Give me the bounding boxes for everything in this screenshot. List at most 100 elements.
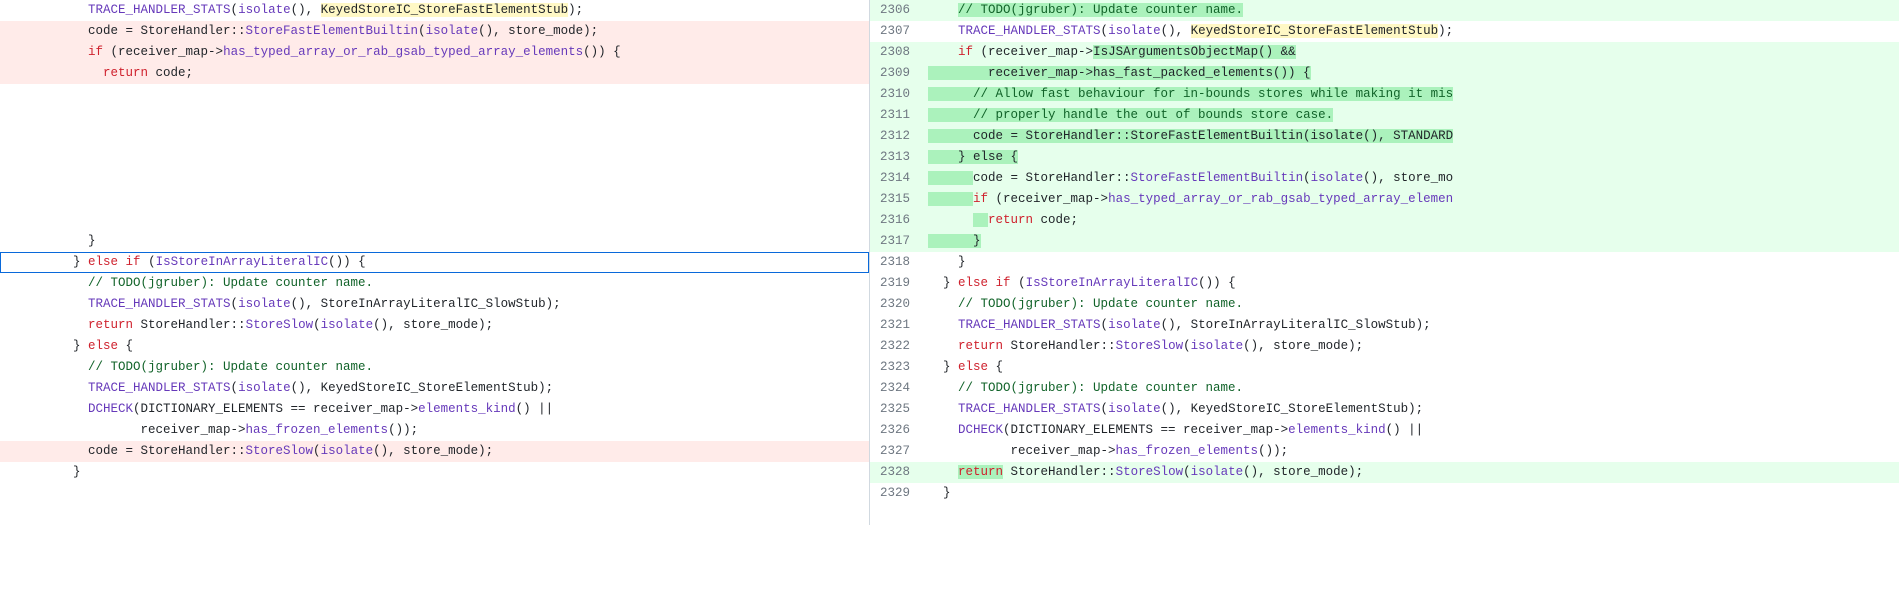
line-number[interactable]: 2306 — [870, 0, 920, 21]
line-number[interactable]: 2328 — [870, 462, 920, 483]
line-number[interactable] — [0, 294, 50, 315]
line-number[interactable]: 2322 — [870, 336, 920, 357]
line-number[interactable]: 2323 — [870, 357, 920, 378]
line-number[interactable]: 2319 — [870, 273, 920, 294]
code-content[interactable]: // TODO(jgruber): Update counter name. — [920, 0, 1899, 21]
code-content[interactable]: code = StoreHandler::StoreFastElementBui… — [920, 168, 1899, 189]
code-content[interactable]: } — [920, 231, 1899, 252]
code-row[interactable]: 2327 receiver_map->has_frozen_elements()… — [870, 441, 1899, 462]
line-number[interactable]: 2314 — [870, 168, 920, 189]
line-number[interactable] — [0, 84, 50, 105]
code-row[interactable] — [0, 189, 869, 210]
code-row[interactable]: // TODO(jgruber): Update counter name. — [0, 273, 869, 294]
code-content[interactable]: // Allow fast behaviour for in-bounds st… — [920, 84, 1899, 105]
line-number[interactable]: 2318 — [870, 252, 920, 273]
code-content[interactable] — [50, 105, 869, 126]
line-number[interactable]: 2325 — [870, 399, 920, 420]
code-row[interactable]: DCHECK(DICTIONARY_ELEMENTS == receiver_m… — [0, 399, 869, 420]
code-content[interactable]: } else { — [50, 336, 869, 357]
code-row[interactable]: TRACE_HANDLER_STATS(isolate(), StoreInAr… — [0, 294, 869, 315]
code-row[interactable]: 2325 TRACE_HANDLER_STATS(isolate(), Keye… — [870, 399, 1899, 420]
code-content[interactable] — [50, 210, 869, 231]
code-content[interactable]: return StoreHandler::StoreSlow(isolate()… — [920, 336, 1899, 357]
code-content[interactable]: } else { — [920, 147, 1899, 168]
line-number[interactable]: 2324 — [870, 378, 920, 399]
diff-left-pane[interactable]: TRACE_HANDLER_STATS(isolate(), KeyedStor… — [0, 0, 870, 525]
code-content[interactable]: } — [920, 252, 1899, 273]
code-content[interactable]: code = StoreHandler::StoreFastElementBui… — [920, 126, 1899, 147]
line-number[interactable] — [0, 105, 50, 126]
code-content[interactable]: } — [920, 483, 1899, 504]
line-number[interactable]: 2309 — [870, 63, 920, 84]
line-number[interactable]: 2329 — [870, 483, 920, 504]
code-row[interactable]: 2313 } else { — [870, 147, 1899, 168]
line-number[interactable] — [0, 147, 50, 168]
code-content[interactable]: TRACE_HANDLER_STATS(isolate(), KeyedStor… — [50, 378, 869, 399]
code-row[interactable] — [0, 126, 869, 147]
code-content[interactable]: TRACE_HANDLER_STATS(isolate(), KeyedStor… — [920, 399, 1899, 420]
line-number[interactable]: 2308 — [870, 42, 920, 63]
code-content[interactable]: code = StoreHandler::StoreSlow(isolate()… — [50, 441, 869, 462]
code-row[interactable]: code = StoreHandler::StoreFastElementBui… — [0, 21, 869, 42]
line-number[interactable]: 2321 — [870, 315, 920, 336]
line-number[interactable] — [0, 126, 50, 147]
code-content[interactable]: return StoreHandler::StoreSlow(isolate()… — [920, 462, 1899, 483]
code-content[interactable] — [50, 147, 869, 168]
code-content[interactable]: receiver_map->has_frozen_elements()); — [50, 420, 869, 441]
line-number[interactable] — [0, 42, 50, 63]
code-row[interactable] — [0, 210, 869, 231]
line-number[interactable] — [0, 231, 50, 252]
line-number[interactable] — [870, 504, 920, 525]
code-content[interactable]: } else { — [920, 357, 1899, 378]
line-number[interactable]: 2315 — [870, 189, 920, 210]
code-content[interactable]: code = StoreHandler::StoreFastElementBui… — [50, 21, 869, 42]
code-content[interactable]: TRACE_HANDLER_STATS(isolate(), StoreInAr… — [50, 294, 869, 315]
code-content[interactable] — [50, 189, 869, 210]
line-number[interactable] — [0, 357, 50, 378]
code-row[interactable]: TRACE_HANDLER_STATS(isolate(), KeyedStor… — [0, 0, 869, 21]
code-row[interactable]: } — [0, 231, 869, 252]
code-row[interactable]: 2314 code = StoreHandler::StoreFastEleme… — [870, 168, 1899, 189]
code-content[interactable]: if (receiver_map->IsJSArgumentsObjectMap… — [920, 42, 1899, 63]
line-number[interactable] — [0, 378, 50, 399]
code-content[interactable]: if (receiver_map->has_typed_array_or_rab… — [50, 42, 869, 63]
code-content[interactable]: } else if (IsStoreInArrayLiteralIC()) { — [50, 252, 869, 273]
code-content[interactable]: // properly handle the out of bounds sto… — [920, 105, 1899, 126]
code-row[interactable]: 2324 // TODO(jgruber): Update counter na… — [870, 378, 1899, 399]
line-number[interactable]: 2311 — [870, 105, 920, 126]
code-row[interactable]: } else { — [0, 336, 869, 357]
code-row[interactable]: 2306 // TODO(jgruber): Update counter na… — [870, 0, 1899, 21]
code-row[interactable]: 2322 return StoreHandler::StoreSlow(isol… — [870, 336, 1899, 357]
code-content[interactable] — [50, 483, 869, 504]
code-row[interactable] — [0, 105, 869, 126]
line-number[interactable] — [0, 399, 50, 420]
code-content[interactable]: receiver_map->has_frozen_elements()); — [920, 441, 1899, 462]
code-content[interactable] — [50, 126, 869, 147]
code-content[interactable]: TRACE_HANDLER_STATS(isolate(), StoreInAr… — [920, 315, 1899, 336]
code-content[interactable]: TRACE_HANDLER_STATS(isolate(), KeyedStor… — [920, 21, 1899, 42]
line-number[interactable]: 2326 — [870, 420, 920, 441]
line-number[interactable] — [0, 462, 50, 483]
code-row[interactable]: } else if (IsStoreInArrayLiteralIC()) { — [0, 252, 869, 273]
code-row[interactable]: 2312 code = StoreHandler::StoreFastEleme… — [870, 126, 1899, 147]
code-row[interactable]: 2307 TRACE_HANDLER_STATS(isolate(), Keye… — [870, 21, 1899, 42]
code-row[interactable] — [870, 504, 1899, 525]
code-row[interactable]: TRACE_HANDLER_STATS(isolate(), KeyedStor… — [0, 378, 869, 399]
code-row[interactable]: 2311 // properly handle the out of bound… — [870, 105, 1899, 126]
line-number[interactable] — [0, 273, 50, 294]
code-content[interactable]: // TODO(jgruber): Update counter name. — [50, 273, 869, 294]
code-row[interactable]: 2308 if (receiver_map->IsJSArgumentsObje… — [870, 42, 1899, 63]
code-content[interactable]: TRACE_HANDLER_STATS(isolate(), KeyedStor… — [50, 0, 869, 21]
line-number[interactable] — [0, 336, 50, 357]
line-number[interactable] — [0, 252, 50, 273]
code-content[interactable]: // TODO(jgruber): Update counter name. — [920, 294, 1899, 315]
code-row[interactable]: code = StoreHandler::StoreSlow(isolate()… — [0, 441, 869, 462]
line-number[interactable] — [0, 21, 50, 42]
code-content[interactable]: DCHECK(DICTIONARY_ELEMENTS == receiver_m… — [920, 420, 1899, 441]
code-row[interactable]: 2309 receiver_map->has_fast_packed_eleme… — [870, 63, 1899, 84]
code-row[interactable]: return code; — [0, 63, 869, 84]
code-row[interactable]: 2315 if (receiver_map->has_typed_array_o… — [870, 189, 1899, 210]
code-row[interactable]: 2321 TRACE_HANDLER_STATS(isolate(), Stor… — [870, 315, 1899, 336]
code-content[interactable]: // TODO(jgruber): Update counter name. — [920, 378, 1899, 399]
code-row[interactable]: 2323 } else { — [870, 357, 1899, 378]
